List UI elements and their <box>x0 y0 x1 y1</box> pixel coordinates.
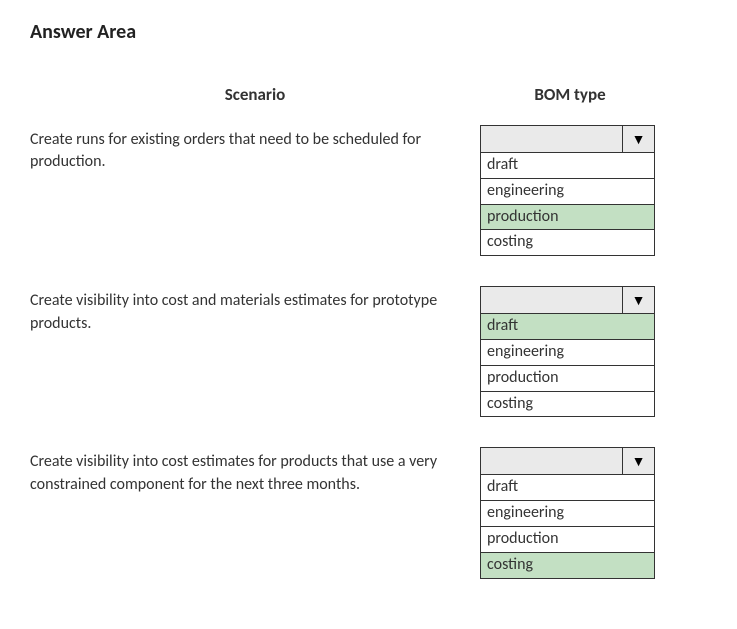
dropdown-option[interactable]: draft <box>480 153 655 179</box>
dropdown-option[interactable]: engineering <box>480 179 655 205</box>
dropdown-option[interactable]: production <box>480 527 655 553</box>
dropdown-head[interactable]: ▼ <box>480 447 655 475</box>
dropdown-arrow-cell[interactable]: ▼ <box>622 448 654 474</box>
dropdown-option[interactable]: production <box>480 205 655 231</box>
column-headers: Scenario BOM type <box>30 84 707 105</box>
chevron-down-icon: ▼ <box>632 131 646 148</box>
dropdown-head[interactable]: ▼ <box>480 125 655 153</box>
bom-dropdown[interactable]: ▼ draftengineeringproductioncosting <box>480 447 655 578</box>
dropdown-arrow-cell[interactable]: ▼ <box>622 126 654 152</box>
table-row: Create visibility into cost estimates fo… <box>30 447 707 578</box>
dropdown-option[interactable]: costing <box>480 230 655 256</box>
dropdown-option[interactable]: costing <box>480 392 655 418</box>
page-title: Answer Area <box>30 20 707 44</box>
dropdown-option[interactable]: production <box>480 366 655 392</box>
dropdown-option[interactable]: engineering <box>480 501 655 527</box>
table-row: Create runs for existing orders that nee… <box>30 125 707 256</box>
bom-dropdown[interactable]: ▼ draftengineeringproductioncosting <box>480 125 655 256</box>
header-bom: BOM type <box>480 84 660 105</box>
chevron-down-icon: ▼ <box>632 292 646 309</box>
chevron-down-icon: ▼ <box>632 453 646 470</box>
table-row: Create visibility into cost and material… <box>30 286 707 417</box>
dropdown-option[interactable]: draft <box>480 314 655 340</box>
scenario-text: Create visibility into cost estimates fo… <box>30 447 480 496</box>
dropdown-option[interactable]: draft <box>480 475 655 501</box>
scenario-text: Create visibility into cost and material… <box>30 286 480 335</box>
dropdown-head[interactable]: ▼ <box>480 286 655 314</box>
bom-dropdown[interactable]: ▼ draftengineeringproductioncosting <box>480 286 655 417</box>
dropdown-option[interactable]: engineering <box>480 340 655 366</box>
scenario-text: Create runs for existing orders that nee… <box>30 125 480 174</box>
header-scenario: Scenario <box>30 84 480 105</box>
dropdown-option[interactable]: costing <box>480 553 655 579</box>
dropdown-arrow-cell[interactable]: ▼ <box>622 287 654 313</box>
